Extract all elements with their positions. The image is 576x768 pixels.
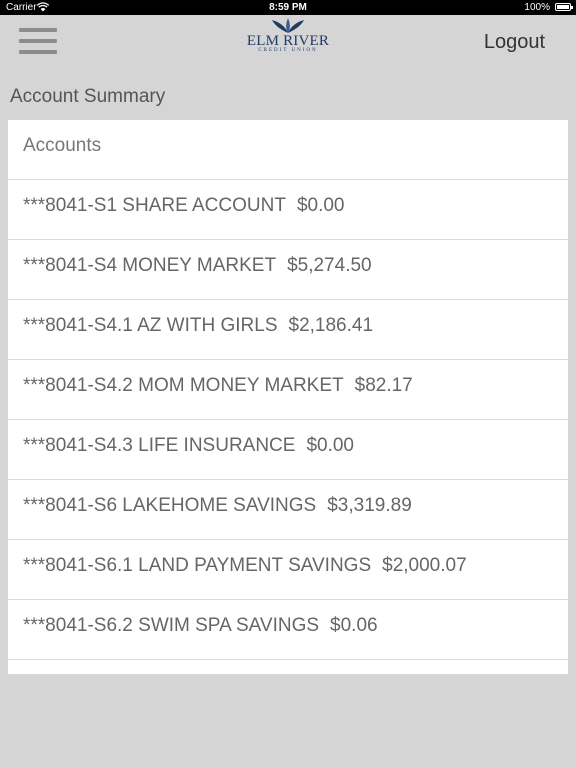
account-row[interactable]: ***8041-S4.1 AZ WITH GIRLS $2,186.41	[8, 300, 568, 360]
account-balance: $2,186.41	[288, 315, 374, 336]
leaf-logo-icon	[272, 18, 304, 33]
account-row[interactable]: ***8041-S4.3 LIFE INSURANCE $0.00	[8, 420, 568, 480]
logout-button[interactable]: Logout	[484, 31, 545, 54]
page-title: Account Summary	[10, 86, 166, 107]
navigation-bar: ELM RIVER CREDIT UNION Logout	[0, 15, 576, 71]
account-row[interactable]: ***8041-S6 LAKEHOME SAVINGS $3,319.89	[8, 480, 568, 540]
account-row[interactable]: ***8041-S1 SHARE ACCOUNT $0.00	[8, 180, 568, 240]
account-name: ***8041-S4.1 AZ WITH GIRLS	[23, 315, 278, 336]
account-name: ***8041-S4.3 LIFE INSURANCE	[23, 435, 296, 456]
accounts-panel: Accounts ***8041-S1 SHARE ACCOUNT $0.00 **…	[8, 120, 568, 674]
account-name: ***8041-S6.1 LAND PAYMENT SAVINGS	[23, 555, 372, 576]
account-list: ***8041-S1 SHARE ACCOUNT $0.00 ***8041-S4 …	[8, 180, 568, 660]
account-row[interactable]: ***8041-S6.2 SWIM SPA SAVINGS $0.06	[8, 600, 568, 660]
account-name: ***8041-S6 LAKEHOME SAVINGS	[23, 495, 317, 516]
account-name: ***8041-S1 SHARE ACCOUNT	[23, 195, 286, 216]
account-balance: $0.00	[296, 195, 345, 216]
clock: 8:59 PM	[269, 2, 307, 13]
account-row[interactable]: ***8041-S6.1 LAND PAYMENT SAVINGS $2,000.…	[8, 540, 568, 600]
account-balance: $5,274.50	[287, 255, 372, 276]
status-bar: Carrier 8:59 PM 100%	[0, 0, 576, 15]
account-name: ***8041-S4.2 MOM MONEY MARKET	[23, 375, 344, 396]
elm-river-logo: ELM RIVER CREDIT UNION	[238, 18, 338, 62]
account-name: ***8041-S4 MONEY MARKET	[23, 255, 277, 276]
accounts-header: Accounts	[8, 120, 568, 180]
hamburger-menu-icon[interactable]	[19, 28, 57, 56]
account-balance: $0.00	[306, 435, 354, 456]
account-row[interactable]: ***8041-S4.2 MOM MONEY MARKET $82.17	[8, 360, 568, 420]
account-balance: $3,319.89	[327, 495, 412, 516]
account-balance: $0.06	[330, 615, 378, 636]
account-row[interactable]: ***8041-S4 MONEY MARKET $5,274.50	[8, 240, 568, 300]
logo-name: ELM RIVER	[246, 33, 330, 49]
account-balance: $82.17	[354, 375, 413, 396]
account-name: ***8041-S6.2 SWIM SPA SAVINGS	[23, 615, 320, 636]
battery-icon	[555, 3, 573, 11]
account-balance: $2,000.07	[382, 555, 467, 576]
battery-percentage: 100%	[524, 2, 550, 13]
